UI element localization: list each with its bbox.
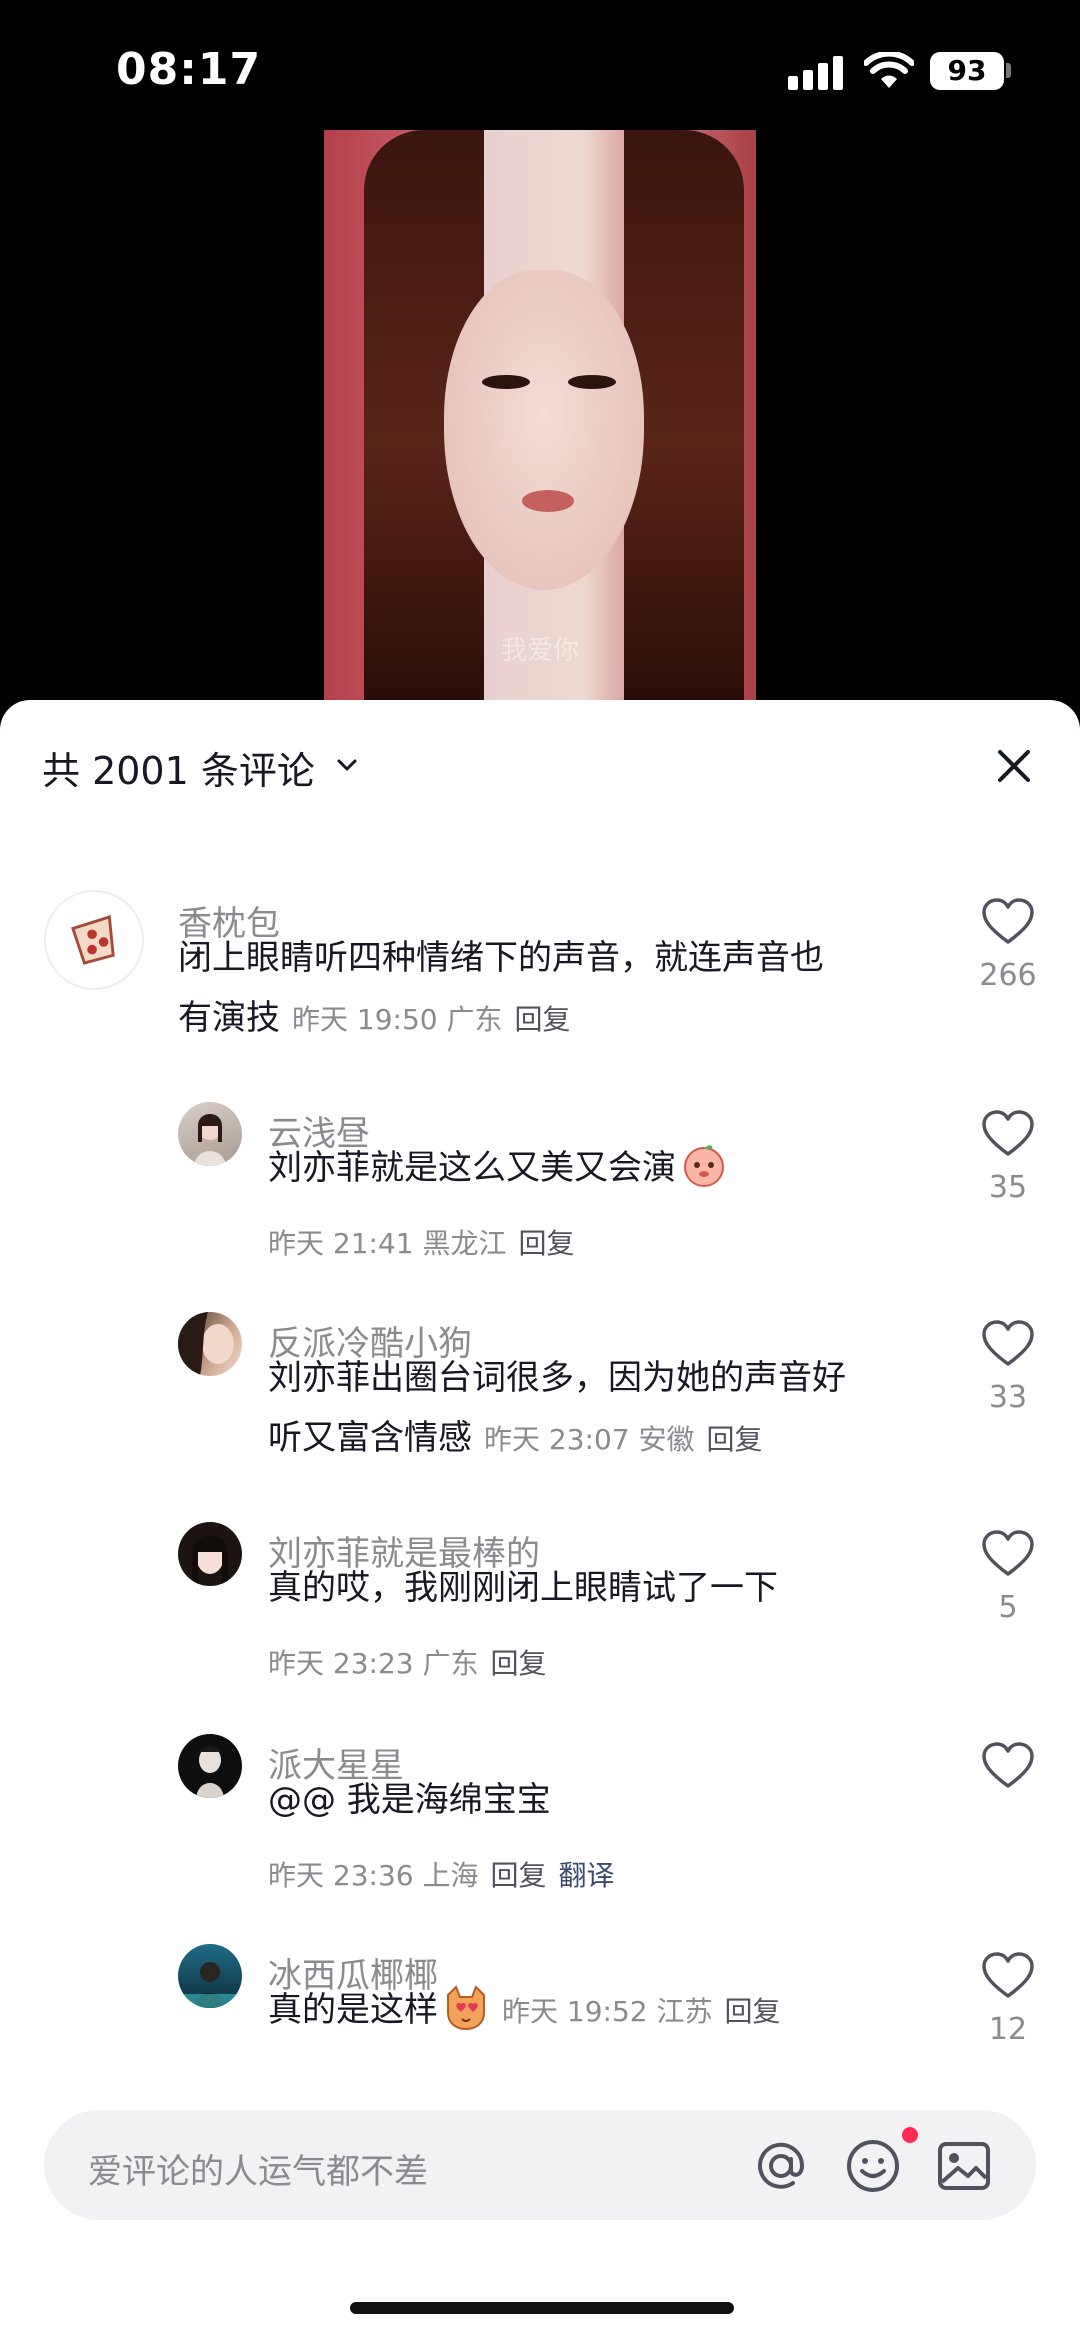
like-heart-icon[interactable] [981,1530,1035,1578]
like-count: 33 [988,1380,1028,1415]
like-count: 12 [988,2012,1028,2047]
comment-text-line2[interactable]: 有演技 昨天 19:50 广东 回复 [178,988,571,1050]
avatar[interactable] [178,1522,242,1586]
comment-meta: 昨天 23:36 上海 回复 翻译 [268,1854,615,1894]
comment-text[interactable]: @@ 我是海绵宝宝 [268,1770,551,1830]
like-heart-icon[interactable] [981,1742,1035,1790]
battery-tip [1006,63,1011,78]
image-picker-icon[interactable] [936,2138,992,2194]
comment-location: 广东 [422,1647,479,1680]
video-eye-right [568,375,616,389]
reply-button[interactable]: 回复 [725,1995,781,2028]
comment-count-title[interactable]: 共 2001 条评论 [42,740,315,795]
emoji-smile-icon[interactable] [844,2137,902,2195]
like-heart-icon[interactable] [981,898,1035,946]
like-heart-icon[interactable] [981,1110,1035,1158]
avatar[interactable] [178,1944,242,2008]
wifi-icon [864,52,914,88]
comment-text[interactable]: 闭上眼睛听四种情绪下的声音，就连声音也 [178,928,824,988]
translate-button[interactable]: 翻译 [559,1859,615,1892]
comment-time: 昨天 23:07 [484,1423,630,1456]
reply-button[interactable]: 回复 [519,1227,575,1260]
comment-location: 黑龙江 [422,1227,507,1260]
like-heart-icon[interactable] [981,1952,1035,2000]
comment-text-cont: 听又富含情感 [268,1418,472,1458]
home-indicator[interactable] [350,2302,734,2314]
comments-sheet: 共 2001 条评论 香枕包 闭上眼睛听四种情绪下的声音，就连声音也 有演技 昨天… [0,700,1080,2338]
like-count: 35 [988,1170,1028,1205]
avatar[interactable] [178,1312,242,1376]
comment-location: 广东 [446,1003,503,1036]
comment-input-bar[interactable]: 爱评论的人运气都不差 [44,2110,1036,2220]
comment-meta: 昨天 21:41 黑龙江 回复 [268,1222,575,1262]
like-count: 266 [979,958,1037,993]
comment-time: 昨天 19:52 [502,1995,648,2028]
video-face [444,270,644,590]
video-caption: 我爱你 [500,636,579,666]
comment-text-content: 刘亦菲就是这么又美又会演 [268,1148,676,1188]
video-player[interactable]: 我爱你 [324,130,756,700]
comment-meta: 昨天 19:52 江苏 回复 [502,1995,781,2028]
comment-location: 江苏 [656,1995,713,2028]
comment-location: 安徽 [638,1423,695,1456]
like-count: 5 [998,1590,1018,1625]
reply-button[interactable]: 回复 [515,1003,571,1036]
comment-time: 昨天 23:23 [268,1647,414,1680]
comment-text-content: 真的是这样 [268,1990,438,2030]
comment-location: 上海 [422,1859,479,1892]
reply-button[interactable]: 回复 [491,1647,547,1680]
close-icon[interactable] [990,742,1038,790]
reply-button[interactable]: 回复 [491,1859,547,1892]
video-eye-left [482,375,530,389]
avatar[interactable] [178,1734,242,1798]
comment-time: 昨天 23:36 [268,1859,414,1892]
status-time: 08:17 [116,44,262,95]
notification-dot [902,2127,918,2143]
comment-text[interactable]: 真的是这样 昨天 19:52 江苏 回复 [268,1980,781,2042]
like-heart-icon[interactable] [981,1320,1035,1368]
comment-text[interactable]: 刘亦菲就是这么又美又会演 [268,1138,728,1198]
comment-text[interactable]: 刘亦菲出圈台词很多，因为她的声音好 [268,1348,846,1408]
battery-icon: 93 [930,52,1004,90]
comment-meta: 昨天 23:23 广东 回复 [268,1642,547,1682]
comment-input-placeholder[interactable]: 爱评论的人运气都不差 [88,2144,428,2193]
chevron-down-icon[interactable] [332,750,362,780]
comment-text[interactable]: 真的哎，我刚刚闭上眼睛试了一下 [268,1558,778,1618]
comment-time: 昨天 21:41 [268,1227,414,1260]
comment-text-line2[interactable]: 听又富含情感 昨天 23:07 安徽 回复 [268,1408,763,1470]
cat-heart-emoji-icon [447,1985,485,2031]
comment-time: 昨天 19:50 [292,1003,438,1036]
at-mention-icon[interactable] [752,2137,810,2195]
status-bar: 08:17 93 [0,0,1080,130]
video-lips [522,490,574,512]
comment-text-cont: 有演技 [178,998,280,1038]
avatar[interactable] [178,1102,242,1166]
peach-face-emoji-icon [684,1145,724,1187]
comment-meta: 昨天 23:07 安徽 回复 [484,1423,763,1456]
reply-button[interactable]: 回复 [707,1423,763,1456]
avatar[interactable] [44,890,144,990]
cellular-signal-icon [788,54,844,90]
comment-meta: 昨天 19:50 广东 回复 [292,1003,571,1036]
